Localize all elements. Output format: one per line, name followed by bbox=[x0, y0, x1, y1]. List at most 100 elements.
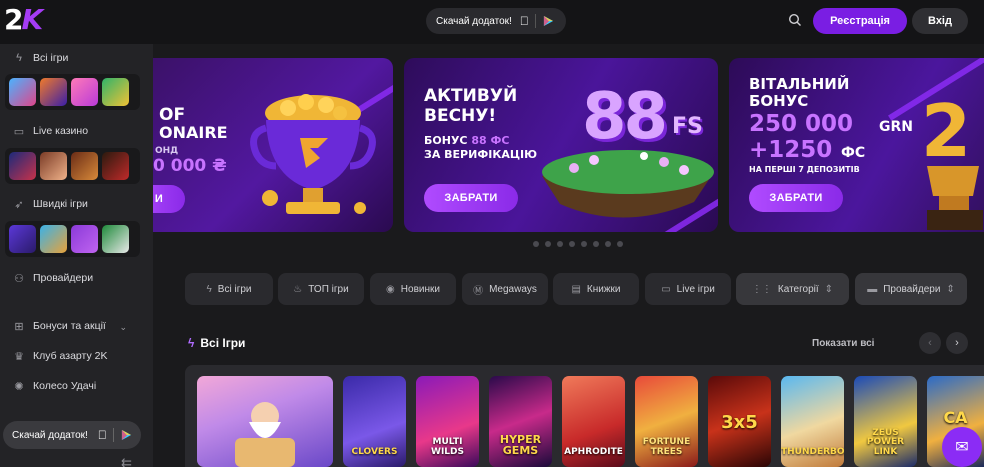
sidebar-item-label: Live казино bbox=[33, 125, 89, 137]
game-card[interactable]: APHRODITE bbox=[562, 376, 625, 467]
game-thumbnail[interactable] bbox=[9, 152, 36, 180]
game-thumbnail[interactable] bbox=[40, 225, 67, 253]
game-thumbnail[interactable] bbox=[102, 152, 129, 180]
banner-bonus-suffix: ЗА ВЕРИФІКАЦІЮ bbox=[424, 148, 538, 161]
carousel-dot[interactable] bbox=[557, 241, 563, 247]
game-card[interactable]: HYPER GEMS bbox=[489, 376, 552, 467]
banner-bonus-prefix: БОНУС bbox=[424, 134, 468, 147]
trophy-cup-image bbox=[250, 94, 376, 214]
fire-icon: ♨ bbox=[293, 283, 303, 295]
game-title: ZEUS POWER LINK bbox=[866, 427, 905, 457]
apple-icon[interactable]:  bbox=[520, 14, 529, 28]
lightning-icon: ϟ bbox=[16, 52, 22, 64]
game-card[interactable]: THUNDERBOLTS bbox=[781, 376, 844, 467]
sidebar-item-bonuses[interactable]: ⊞ Бонуси та акції bbox=[12, 318, 132, 334]
download-app-pill[interactable]: Скачай додаток!  bbox=[426, 8, 566, 34]
chevron-down-icon[interactable]: ⌄ bbox=[119, 322, 127, 333]
game-thumbnail[interactable] bbox=[9, 78, 36, 106]
game-card[interactable]: FORTUNE TREES bbox=[635, 376, 698, 467]
promo-banner-3[interactable]: ВІТАЛЬНИЙ БОНУС 250 000 GRN +1250 ФС НА … bbox=[729, 58, 984, 232]
banner-claim-button[interactable]: ЗАБРАТИ bbox=[749, 184, 843, 212]
banner-claim-button[interactable]: ЗАБРАТИ bbox=[424, 184, 518, 212]
carousel-dot[interactable] bbox=[533, 241, 539, 247]
filter-all-games[interactable]: ϟ Всі ігри bbox=[185, 273, 273, 305]
sidebar-item-live-casino[interactable]: ▭ Live казино bbox=[12, 123, 88, 139]
sidebar-item-club[interactable]: ♛ Клуб азарту 2K bbox=[12, 348, 107, 364]
sidebar-download-app[interactable]: Скачай додаток!  bbox=[3, 421, 141, 449]
filter-megaways[interactable]: Ⓜ Megaways bbox=[462, 273, 548, 305]
banner-claim-button[interactable]: И bbox=[153, 185, 185, 213]
collapse-sidebar-icon[interactable]: ⇇ bbox=[121, 455, 132, 467]
show-all-link[interactable]: Показати всі bbox=[812, 338, 874, 349]
carousel-dot[interactable] bbox=[569, 241, 575, 247]
game-card[interactable]: 3x5 bbox=[708, 376, 771, 467]
banner-title-line2: БОНУС bbox=[749, 92, 809, 110]
next-arrow-button[interactable]: › bbox=[946, 332, 968, 354]
sidebar-item-label: Провайдери bbox=[33, 272, 94, 284]
promo-banner-2[interactable]: АКТИВУЙ ВЕСНУ! БОНУС 88 ФС ЗА ВЕРИФІКАЦІ… bbox=[404, 58, 718, 232]
filter-new[interactable]: ◉ Новинки bbox=[370, 273, 456, 305]
chevron-updown-icon: ⇕ bbox=[824, 283, 834, 295]
carousel-dot[interactable] bbox=[593, 241, 599, 247]
divider bbox=[112, 428, 114, 442]
download-app-label: Скачай додаток! bbox=[12, 429, 88, 441]
game-thumbnail[interactable] bbox=[71, 78, 98, 106]
login-button[interactable]: Вхід bbox=[912, 8, 968, 34]
search-icon[interactable] bbox=[788, 13, 802, 27]
game-thumbnail[interactable] bbox=[71, 152, 98, 180]
sidebar-item-fast-games[interactable]: ➶ Швидкі ігри bbox=[12, 196, 88, 212]
filter-books[interactable]: ▤ Книжки bbox=[553, 273, 639, 305]
gamepad-icon: ⚇ bbox=[14, 272, 24, 285]
sidebar-live-thumbnails bbox=[5, 148, 140, 184]
section-title-text: Всі Ігри bbox=[200, 336, 246, 350]
filter-label: Книжки bbox=[586, 283, 621, 295]
download-app-label: Скачай додаток! bbox=[436, 15, 512, 27]
gold-trophy-image: 2 bbox=[921, 89, 983, 230]
game-thumbnail[interactable] bbox=[102, 225, 129, 253]
game-title: CA bbox=[943, 408, 968, 428]
game-title: MULTI WILDS bbox=[431, 437, 464, 457]
google-play-icon[interactable] bbox=[121, 429, 132, 441]
filter-label: Провайдери bbox=[883, 283, 941, 295]
banner-amount: 0 000 ₴ bbox=[153, 156, 227, 176]
google-play-icon[interactable] bbox=[543, 15, 554, 27]
game-card[interactable]: CLOVERS bbox=[343, 376, 406, 467]
game-title: 3x5 bbox=[721, 412, 758, 434]
filter-top-games[interactable]: ♨ ТОП ігри bbox=[278, 273, 364, 305]
site-logo[interactable]: 2K bbox=[4, 3, 43, 36]
sidebar-games-thumbnails bbox=[5, 74, 140, 110]
prev-arrow-button[interactable]: ‹ bbox=[919, 332, 941, 354]
filter-live-games[interactable]: ▭ Live ігри bbox=[645, 273, 731, 305]
filter-categories-dropdown[interactable]: ⋮⋮ Категорії ⇕ bbox=[736, 273, 849, 305]
game-card[interactable]: MULTI WILDS bbox=[416, 376, 479, 467]
rocket-icon: ➶ bbox=[14, 198, 24, 211]
chat-support-button[interactable]: ✉ bbox=[942, 427, 982, 467]
banner-title-line2: ВЕСНУ! bbox=[424, 106, 497, 126]
sidebar-item-wheel[interactable]: ✺ Колесо Удачі bbox=[12, 378, 96, 394]
register-button[interactable]: Реєстрація bbox=[813, 8, 907, 34]
game-thumbnail[interactable] bbox=[102, 78, 129, 106]
carousel-dot[interactable] bbox=[605, 241, 611, 247]
banner-fs-suffix: ФС bbox=[841, 145, 866, 161]
carousel-dot[interactable] bbox=[545, 241, 551, 247]
sidebar-item-providers[interactable]: ⚇ Провайдери bbox=[12, 270, 93, 286]
banner-title-line2: ONAIRE bbox=[159, 123, 228, 142]
game-card[interactable] bbox=[197, 376, 333, 467]
sidebar-item-label: Всі ігри bbox=[33, 52, 69, 64]
promo-banner-1[interactable]: OF ONAIRE ОНД 0 000 ₴ И bbox=[153, 58, 393, 232]
game-card[interactable]: ZEUS POWER LINK bbox=[854, 376, 917, 467]
filter-providers-dropdown[interactable]: ▬ Провайдери ⇕ bbox=[855, 273, 967, 305]
apple-icon[interactable]:  bbox=[98, 428, 107, 442]
game-title: CLOVERS bbox=[351, 446, 398, 457]
sidebar-item-all-games[interactable]: ϟ Всі ігри bbox=[12, 50, 68, 66]
sidebar-fast-thumbnails bbox=[5, 221, 140, 257]
filter-label: Megaways bbox=[489, 283, 537, 295]
game-thumbnail[interactable] bbox=[40, 78, 67, 106]
game-title: FORTUNE TREES bbox=[642, 437, 691, 457]
game-thumbnail[interactable] bbox=[71, 225, 98, 253]
banner-fs-badge: FS bbox=[672, 114, 703, 139]
game-thumbnail[interactable] bbox=[9, 225, 36, 253]
carousel-dot[interactable] bbox=[581, 241, 587, 247]
game-thumbnail[interactable] bbox=[40, 152, 67, 180]
carousel-dot[interactable] bbox=[617, 241, 623, 247]
